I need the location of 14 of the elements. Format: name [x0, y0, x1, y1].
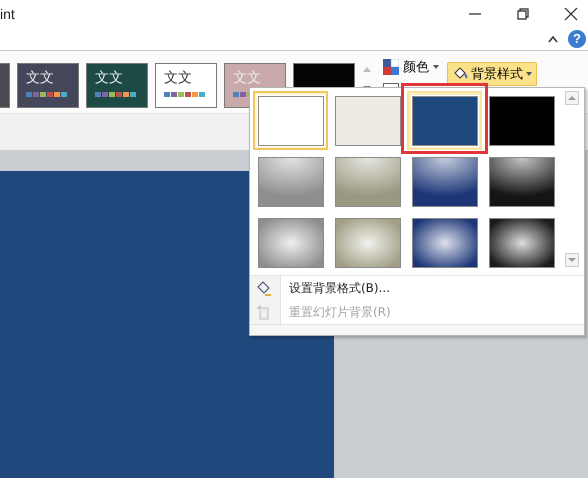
- theme-preview-text: 文文: [233, 70, 261, 86]
- theme-thumbnail[interactable]: 文文: [155, 63, 217, 108]
- theme-thumbnail[interactable]: 文文: [17, 63, 79, 108]
- help-button[interactable]: ?: [568, 30, 586, 48]
- window-title: int: [0, 6, 15, 22]
- background-styles-label: 背景样式: [471, 66, 523, 83]
- theme-preview-text: 文文: [95, 70, 123, 86]
- theme-preview-text: 文文: [164, 70, 192, 86]
- theme-thumbnail[interactable]: 文文: [86, 63, 148, 108]
- background-styles-button[interactable]: 背景样式: [447, 62, 537, 86]
- theme-preview-text: 文文: [26, 70, 54, 86]
- menu-item[interactable]: 设置背景格式(B)...: [250, 276, 584, 300]
- colors-button[interactable]: 颜色: [381, 57, 441, 77]
- colors-label: 颜色: [403, 59, 429, 76]
